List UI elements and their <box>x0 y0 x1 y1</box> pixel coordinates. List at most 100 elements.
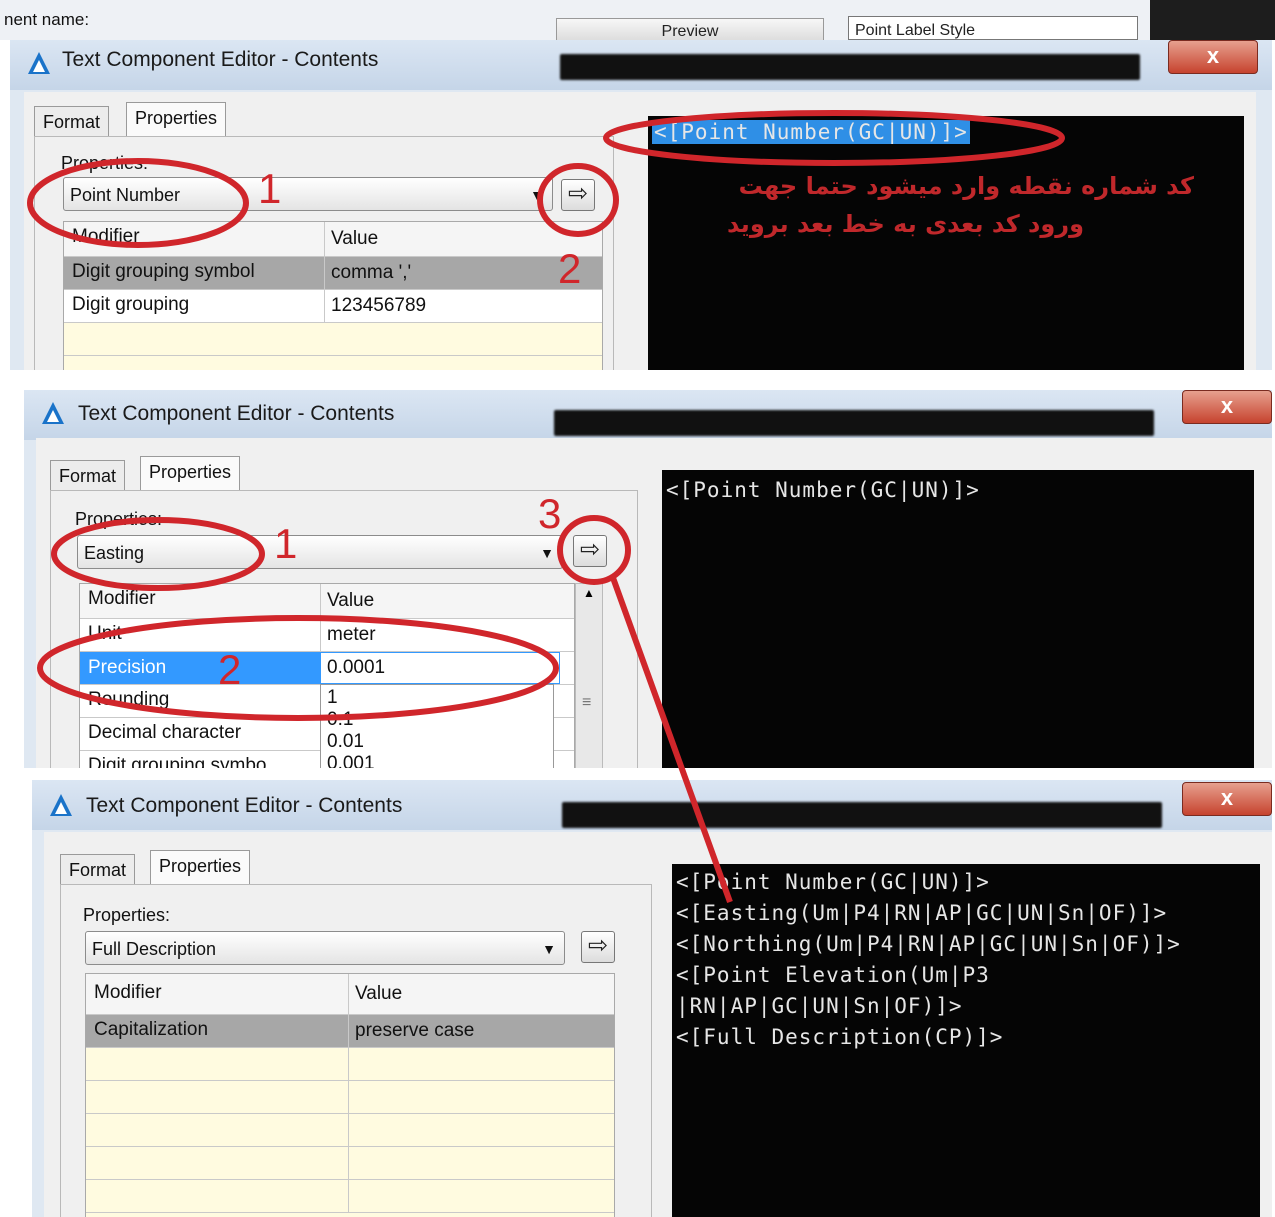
contents-editor[interactable]: <[Point Number(GC|UN)]> <box>662 470 1254 768</box>
value-cell: comma ',' <box>324 257 411 289</box>
code-line: <[Point Number(GC|UN)]> <box>666 478 980 502</box>
properties-select[interactable]: Easting ▼ <box>77 535 563 569</box>
value-cell <box>348 1081 355 1113</box>
code-line: <[Point Number(GC|UN)]> <box>676 870 990 894</box>
arrow-right-icon: ⇨ <box>587 932 609 959</box>
value-cell: 123456789 <box>324 290 426 322</box>
autocad-civil-icon <box>50 794 72 816</box>
column-modifier: Modifier <box>88 588 156 609</box>
text-component-editor-dialog-2: Text Component Editor - Contents x Forma… <box>24 390 1272 768</box>
insert-property-button[interactable]: ⇨ <box>561 179 595 211</box>
tab-format[interactable]: Format <box>34 106 110 137</box>
persian-note-line-2: ورود کد بعدی به خط بعد بروید <box>726 210 1084 238</box>
chevron-down-icon: ▼ <box>540 545 554 561</box>
arrow-right-icon: ⇨ <box>579 536 601 563</box>
properties-group: Properties: Point Number ▼ ⇨ Modifier Va… <box>34 136 614 370</box>
properties-select-value: Easting <box>84 543 145 563</box>
close-button[interactable]: x <box>1182 782 1272 816</box>
title-bar: Text Component Editor - Contents x <box>24 390 1272 440</box>
column-modifier: Modifier <box>94 982 162 1003</box>
table-row-selected[interactable]: Precision 0.0001 <box>80 652 574 685</box>
preview-button[interactable]: Preview <box>556 18 824 42</box>
dropdown-option[interactable]: 0.01 <box>327 731 364 753</box>
code-line: |RN|AP|GC|UN|Sn|OF)]> <box>676 994 963 1018</box>
grid-header: Modifier Value <box>80 584 574 619</box>
tab-properties[interactable]: Properties <box>140 456 241 491</box>
properties-label: Properties: <box>83 905 171 925</box>
scroll-up-icon[interactable]: ▲ <box>583 586 595 600</box>
tab-format[interactable]: Format <box>50 460 126 491</box>
step-marker: 2 <box>218 646 242 693</box>
autocad-civil-icon <box>42 402 64 424</box>
table-row-empty[interactable] <box>86 1147 614 1180</box>
properties-select[interactable]: Point Number ▼ <box>63 177 553 211</box>
modifier-cell: Digit grouping symbol <box>72 261 255 282</box>
properties-select-value: Point Number <box>70 185 181 205</box>
close-icon: x <box>1220 785 1234 810</box>
arrow-right-icon: ⇨ <box>567 180 589 207</box>
table-row-empty[interactable] <box>86 1114 614 1147</box>
table-row-empty[interactable] <box>86 1180 614 1213</box>
table-row[interactable]: Digit grouping 123456789 <box>64 290 602 323</box>
value-cell <box>348 1147 355 1179</box>
column-value: Value <box>348 974 402 1014</box>
modifier-cell: Digit grouping symbo <box>88 755 267 768</box>
chevron-down-icon: ▼ <box>530 187 544 203</box>
contents-editor[interactable]: <[Point Number(GC|UN)]> <[Easting(Um|P4|… <box>672 864 1260 1217</box>
style-select[interactable]: Point Label Style <box>848 16 1138 40</box>
tab-properties[interactable]: Properties <box>126 102 227 137</box>
column-value: Value <box>324 222 378 256</box>
code-line: <[Northing(Um|P4|RN|AP|GC|UN|Sn|OF)]> <box>676 932 1181 956</box>
dropdown-option[interactable]: 0.1 <box>327 709 353 731</box>
dialog-content: Format Properties Properties: Easting ▼ … <box>36 438 1272 768</box>
component-name-label: nent name: <box>4 10 90 29</box>
dropdown-option[interactable]: 1 <box>327 687 338 709</box>
properties-group: Properties: Full Description ▼ ⇨ Modifie… <box>60 884 652 1217</box>
value-cell: preserve case <box>348 1015 474 1047</box>
contents-editor[interactable]: <[Point Number(GC|UN)]> کد شماره نقطه وا… <box>648 116 1244 370</box>
persian-note-line-1: کد شماره نقطه وارد میشود حتما جهت <box>738 172 1194 200</box>
table-row-empty[interactable] <box>86 1081 614 1114</box>
value-cell: meter <box>320 619 376 651</box>
code-line: <[Point Elevation(Um|P3 <box>676 963 990 987</box>
blurred-region <box>560 54 1140 80</box>
column-modifier: Modifier <box>72 226 140 247</box>
properties-select[interactable]: Full Description ▼ <box>85 931 565 965</box>
table-row[interactable]: Digit grouping symbol comma ',' <box>64 257 602 290</box>
table-row[interactable]: Unit meter <box>80 619 574 652</box>
column-value: Value <box>320 584 374 618</box>
table-row-empty[interactable] <box>86 1048 614 1081</box>
scrollbar[interactable]: ▲ ≡ <box>575 583 603 768</box>
chevron-down-icon: ▼ <box>542 941 556 957</box>
value-cell <box>348 1180 355 1212</box>
blurred-region <box>562 802 1162 828</box>
code-line: <[Easting(Um|P4|RN|AP|GC|UN|Sn|OF)]> <box>676 901 1168 925</box>
step-marker: 1 <box>258 165 282 212</box>
dropdown-option[interactable]: 0.001 <box>327 753 375 768</box>
autocad-civil-icon <box>28 52 50 74</box>
step-marker: 1 <box>274 520 298 567</box>
table-row-empty[interactable] <box>64 323 602 356</box>
scroll-thumb-icon[interactable]: ≡ <box>582 694 591 712</box>
close-button[interactable]: x <box>1182 390 1272 424</box>
value-cell <box>348 1048 355 1080</box>
modifier-grid: Modifier Value Unit meter Precision 0.00… <box>79 583 575 768</box>
modifier-cell: Capitalization <box>94 1019 209 1040</box>
precision-dropdown-field[interactable]: 0.0001 <box>320 652 560 684</box>
grid-header: Modifier Value <box>86 974 614 1015</box>
close-button[interactable]: x <box>1168 40 1258 74</box>
dialog-title: Text Component Editor - Contents <box>86 794 403 817</box>
table-row[interactable]: Capitalization preserve case <box>86 1015 614 1048</box>
modifier-cell: Precision <box>80 652 320 684</box>
title-bar: Text Component Editor - Contents x <box>32 780 1272 830</box>
precision-dropdown-list[interactable]: 1 0.1 0.01 0.001 <box>320 684 554 768</box>
modifier-grid: Modifier Value Capitalization preserve c… <box>85 973 615 1217</box>
code-line: <[Point Number(GC|UN)]> <box>652 120 970 144</box>
insert-property-button[interactable]: ⇨ <box>581 931 615 963</box>
modifier-cell: Unit <box>88 623 122 644</box>
tab-properties[interactable]: Properties <box>150 850 251 885</box>
dialog-title: Text Component Editor - Contents <box>62 48 379 71</box>
background-dialog-strip: nent name: Preview Point Label Style <box>0 0 1275 42</box>
insert-property-button[interactable]: ⇨ <box>573 535 607 567</box>
tab-format[interactable]: Format <box>60 854 136 885</box>
